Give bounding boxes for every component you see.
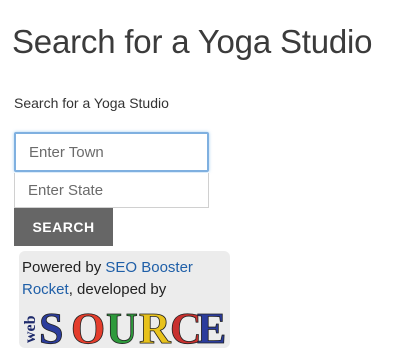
powered-by-box: Powered by SEO Booster Rocket, developed… xyxy=(19,251,230,348)
search-button[interactable]: SEARCH xyxy=(14,208,113,246)
logo-web-text: web xyxy=(22,315,39,343)
town-input[interactable] xyxy=(14,132,209,172)
logo-letter-u: U xyxy=(106,304,138,347)
search-form-label: Search for a Yoga Studio xyxy=(14,95,169,111)
logo-letter-e: E xyxy=(197,304,226,347)
page-title: Search for a Yoga Studio xyxy=(12,23,373,60)
websource-logo[interactable]: web S O U R CE xyxy=(21,301,226,347)
state-input[interactable] xyxy=(14,173,209,208)
logo-source-letters: S O U R CE xyxy=(39,304,226,347)
page: Search for a Yoga Studio Search for a Yo… xyxy=(0,0,416,363)
powered-by-text: Powered by SEO Booster Rocket, developed… xyxy=(22,257,227,301)
powered-by-prefix: Powered by xyxy=(22,259,106,276)
logo-letter-s: S xyxy=(39,304,63,347)
logo-letter-r: R xyxy=(139,304,172,347)
powered-by-middle: , developed by xyxy=(68,281,167,298)
logo-letter-o: O xyxy=(71,304,105,347)
